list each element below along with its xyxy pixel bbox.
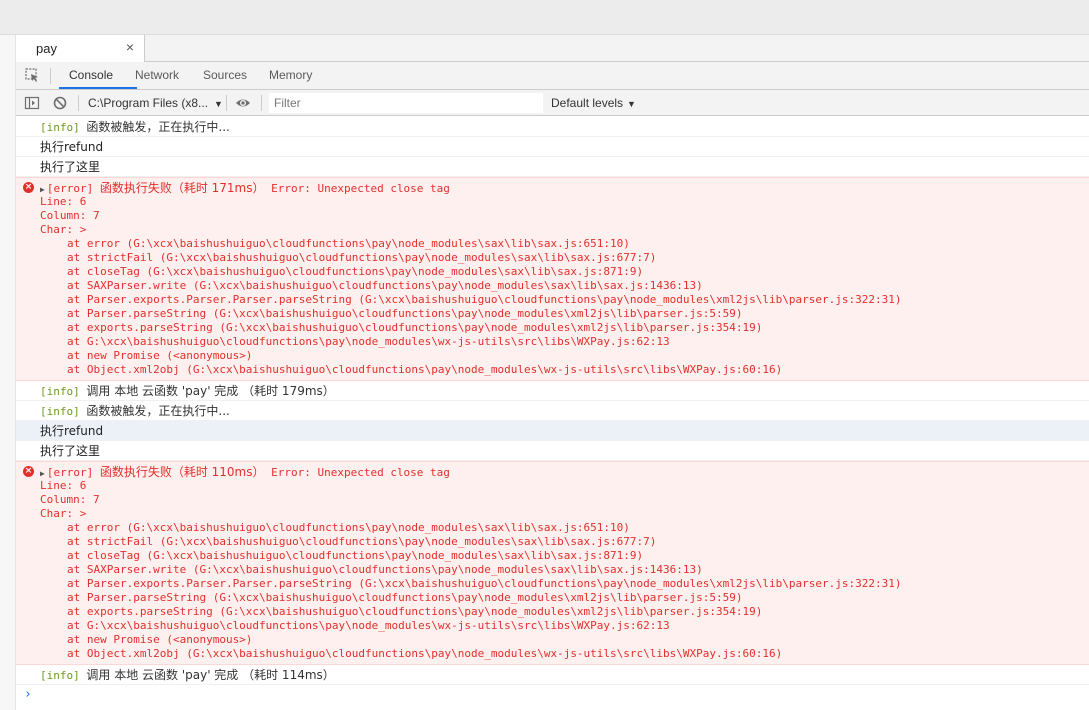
message-text: 执行了这里: [40, 444, 101, 458]
tab-sources[interactable]: Sources: [203, 68, 247, 82]
stack-frame[interactable]: at Object.xml2obj (G:\xcx\baishushuiguo\…: [40, 647, 1089, 661]
context-selector[interactable]: C:\Program Files (x8... ▼: [88, 96, 223, 110]
error-detail-line: Line: 6: [40, 195, 87, 208]
stack-frame[interactable]: at error (G:\xcx\baishushuiguo\cloudfunc…: [40, 521, 1089, 535]
tab-network[interactable]: Network: [135, 68, 179, 82]
stack-frame[interactable]: at SAXParser.write (G:\xcx\baishushuiguo…: [40, 563, 1089, 577]
file-tab-pay[interactable]: pay ×: [16, 35, 145, 62]
stack-frame[interactable]: at new Promise (<anonymous>): [40, 633, 1089, 647]
tab-memory[interactable]: Memory: [269, 68, 312, 82]
console-message-log: 执行了这里: [16, 157, 1089, 177]
window-title-bar: [0, 0, 1089, 35]
stack-frame[interactable]: at Parser.parseString (G:\xcx\baishushui…: [40, 591, 1089, 605]
message-text: 函数被触发，正在执行中...: [86, 404, 230, 418]
prompt-chevron-icon: ›: [24, 687, 32, 702]
sidebar-toggle-icon[interactable]: [24, 95, 40, 111]
file-tab-label: pay: [36, 41, 57, 56]
devtools-tab-bar: Console Network Sources Memory: [16, 62, 1089, 90]
console-message-info: [info] 调用 本地 云函数 'pay' 完成 （耗时 114ms）: [16, 665, 1089, 685]
toolbar-divider: [78, 95, 79, 111]
stack-frame[interactable]: at exports.parseString (G:\xcx\baishushu…: [40, 321, 1089, 335]
message-text: 执行refund: [40, 424, 104, 438]
error-message: Error: Unexpected close tag: [271, 182, 450, 195]
console-message-info: [info] 函数被触发，正在执行中...: [16, 117, 1089, 137]
message-text: 调用 本地 云函数 'pay' 完成 （耗时 179ms）: [86, 384, 335, 398]
log-levels-dropdown[interactable]: Default levels ▼: [551, 96, 636, 110]
console-message-error: × ▶ [error] 函数执行失败（耗时 171ms） Error: Unexp…: [16, 177, 1089, 381]
error-header[interactable]: ▶ [error] 函数执行失败（耗时 110ms） Error: Unexpec…: [40, 465, 1089, 479]
info-tag: [info]: [40, 385, 80, 398]
error-tag: [error]: [46, 466, 94, 479]
toolbar-divider: [50, 68, 51, 84]
stack-frame[interactable]: at exports.parseString (G:\xcx\baishushu…: [40, 605, 1089, 619]
stack-frame[interactable]: at error (G:\xcx\baishushuiguo\cloudfunc…: [40, 237, 1089, 251]
message-text: 执行refund: [40, 140, 104, 154]
info-tag: [info]: [40, 669, 80, 682]
levels-label: Default levels: [551, 96, 624, 110]
file-tab-bar: pay ×: [16, 35, 1089, 62]
tab-console[interactable]: Console: [69, 68, 113, 82]
stack-frame[interactable]: at Parser.parseString (G:\xcx\baishushui…: [40, 307, 1089, 321]
error-detail-column: Column: 7: [40, 209, 100, 222]
message-text: 调用 本地 云函数 'pay' 完成 （耗时 114ms）: [86, 668, 335, 682]
console-toolbar: C:\Program Files (x8...▼ Default levels▼: [16, 90, 1089, 116]
toolbar-divider: [261, 95, 262, 111]
stack-frame[interactable]: at closeTag (G:\xcx\baishushuiguo\cloudf…: [40, 265, 1089, 279]
console-message-log-highlighted: 执行refund: [16, 421, 1089, 441]
close-icon[interactable]: ×: [126, 39, 134, 55]
stack-frame[interactable]: at Parser.exports.Parser.Parser.parseStr…: [40, 577, 1089, 591]
stack-frame[interactable]: at Object.xml2obj (G:\xcx\baishushuiguo\…: [40, 363, 1089, 377]
message-text: 执行了这里: [40, 160, 101, 174]
expand-triangle-icon[interactable]: ▶: [40, 469, 45, 478]
console-message-info: [info] 函数被触发，正在执行中...: [16, 401, 1089, 421]
stack-frame[interactable]: at Parser.exports.Parser.Parser.parseStr…: [40, 293, 1089, 307]
error-header[interactable]: ▶ [error] 函数执行失败（耗时 171ms） Error: Unexpec…: [40, 181, 1089, 195]
clear-console-icon[interactable]: [52, 95, 68, 111]
info-tag: [info]: [40, 121, 80, 134]
console-output: [info] 函数被触发，正在执行中... 执行refund 执行了这里 × ▶…: [16, 117, 1089, 710]
error-summary: 函数执行失败（耗时 171ms）: [99, 181, 265, 195]
expand-triangle-icon[interactable]: ▶: [40, 185, 45, 194]
context-label: C:\Program Files (x8...: [88, 96, 209, 110]
stack-frame[interactable]: at G:\xcx\baishushuiguo\cloudfunctions\p…: [40, 619, 1089, 633]
console-message-error: × ▶ [error] 函数执行失败（耗时 110ms） Error: Unexp…: [16, 461, 1089, 665]
filter-input[interactable]: [269, 93, 543, 113]
live-expression-eye-icon[interactable]: [235, 95, 251, 111]
inspect-element-icon[interactable]: [25, 68, 40, 83]
error-summary: 函数执行失败（耗时 110ms）: [99, 465, 265, 479]
left-gutter: [0, 35, 16, 710]
dropdown-arrow-icon: ▼: [214, 99, 223, 109]
error-message: Error: Unexpected close tag: [271, 466, 450, 479]
stack-frame[interactable]: at strictFail (G:\xcx\baishushuiguo\clou…: [40, 535, 1089, 549]
dropdown-arrow-icon: ▼: [627, 99, 636, 109]
error-icon: ×: [23, 466, 34, 477]
stack-frame[interactable]: at new Promise (<anonymous>): [40, 349, 1089, 363]
stack-frame[interactable]: at strictFail (G:\xcx\baishushuiguo\clou…: [40, 251, 1089, 265]
error-detail-char: Char: >: [40, 223, 87, 236]
error-icon: ×: [23, 182, 34, 193]
error-tag: [error]: [46, 182, 94, 195]
info-tag: [info]: [40, 405, 80, 418]
error-detail-char: Char: >: [40, 507, 87, 520]
stack-frame[interactable]: at SAXParser.write (G:\xcx\baishushuiguo…: [40, 279, 1089, 293]
console-message-info: [info] 调用 本地 云函数 'pay' 完成 （耗时 179ms）: [16, 381, 1089, 401]
stack-frame[interactable]: at closeTag (G:\xcx\baishushuiguo\cloudf…: [40, 549, 1089, 563]
active-tab-indicator: [59, 87, 137, 89]
console-prompt[interactable]: ›: [16, 685, 1089, 705]
message-text: 函数被触发，正在执行中...: [86, 120, 230, 134]
toolbar-divider: [226, 95, 227, 111]
stack-frame[interactable]: at G:\xcx\baishushuiguo\cloudfunctions\p…: [40, 335, 1089, 349]
console-message-log: 执行了这里: [16, 441, 1089, 461]
error-detail-column: Column: 7: [40, 493, 100, 506]
console-message-log: 执行refund: [16, 137, 1089, 157]
error-detail-line: Line: 6: [40, 479, 87, 492]
